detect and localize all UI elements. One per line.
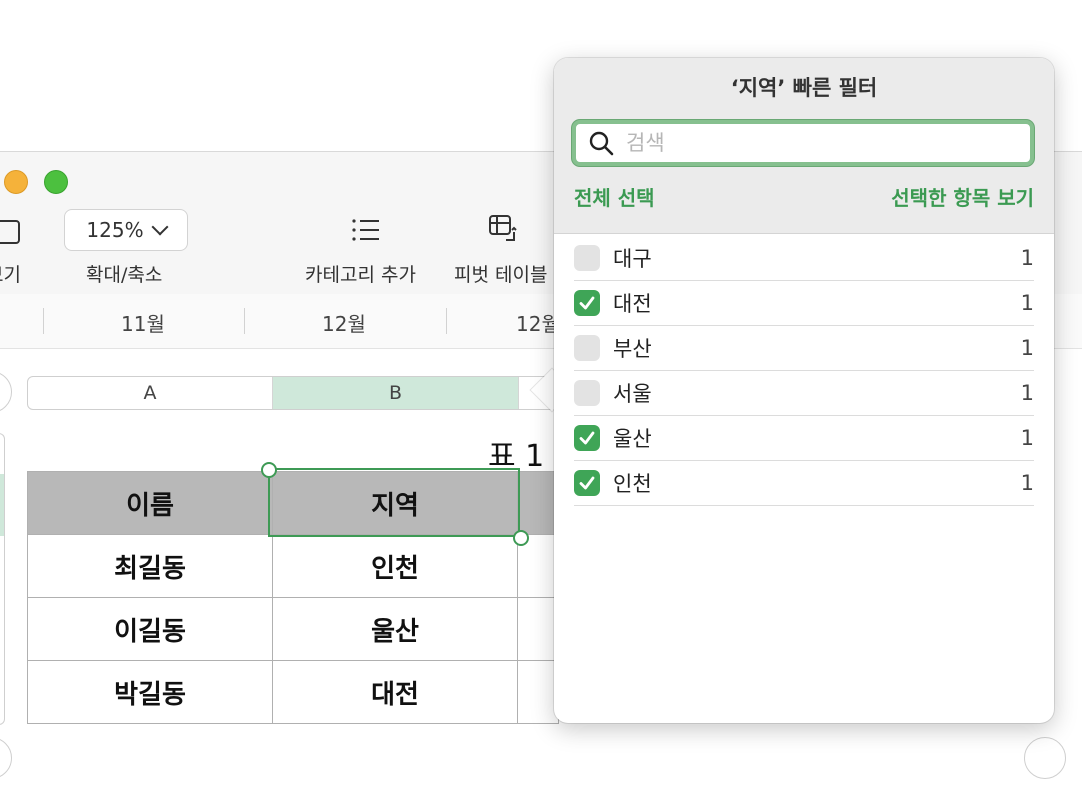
popover-header: ‘지역’ 빠른 필터 전체 선택 선택한 항목 보기 <box>554 58 1054 234</box>
filter-item-label: 울산 <box>613 427 652 451</box>
table-select-button[interactable] <box>0 371 12 413</box>
view-label: 보기 <box>0 264 21 286</box>
checkmark-icon <box>579 296 595 310</box>
filter-item[interactable]: 부산 1 <box>574 326 1034 371</box>
filter-item[interactable]: 대전 1 <box>574 281 1034 326</box>
filter-checkbox[interactable] <box>574 245 600 271</box>
filter-item[interactable]: 울산 1 <box>574 416 1034 461</box>
checkmark-icon <box>579 476 595 490</box>
table-title[interactable]: 표 1 <box>488 431 544 475</box>
filter-item-label: 서울 <box>613 382 652 406</box>
filter-item-count: 1 <box>1020 291 1034 315</box>
header-cell-region[interactable]: 지역 <box>272 471 518 535</box>
select-all-link[interactable]: 전체 선택 <box>574 182 655 211</box>
table-row: 이길동 울산 <box>27 597 559 661</box>
filter-checkbox[interactable] <box>574 470 600 496</box>
filter-item-count: 1 <box>1020 381 1034 405</box>
table-cell[interactable]: 대전 <box>272 660 518 724</box>
filter-checkbox[interactable] <box>574 380 600 406</box>
table-cell[interactable]: 울산 <box>272 597 518 661</box>
divider <box>446 308 447 334</box>
pivot-table-icon[interactable] <box>488 214 520 244</box>
selection-handle-bottom-right[interactable] <box>513 530 529 546</box>
filter-checkbox[interactable] <box>574 290 600 316</box>
filter-item-count: 1 <box>1020 336 1034 360</box>
row-header-selected <box>0 474 4 536</box>
add-row-button[interactable] <box>0 737 12 779</box>
filter-item[interactable]: 서울 1 <box>574 371 1034 416</box>
filter-checkbox[interactable] <box>574 335 600 361</box>
filter-item-label: 인천 <box>613 472 652 496</box>
quick-filter-popover: ‘지역’ 빠른 필터 전체 선택 선택한 항목 보기 대구1대전1부산1서울1울… <box>554 58 1054 723</box>
filter-item-label: 부산 <box>613 337 652 361</box>
view-icon[interactable] <box>0 220 20 244</box>
table-cell[interactable]: 최길동 <box>27 534 273 598</box>
filter-item-list: 대구 1 대전 1 부산 1 서울 1 울산 1 인천 1 <box>574 236 1034 506</box>
filter-item-count: 1 <box>1020 471 1034 495</box>
column-header-b[interactable]: B <box>273 377 519 409</box>
data-table: 이름 지역 최길동 인천 이길동 울산 박길동 대전 <box>27 471 559 724</box>
column-header-a[interactable]: A <box>28 377 273 409</box>
zoom-value: 125% <box>86 218 144 242</box>
table-cell[interactable] <box>517 660 559 724</box>
table-row: 박길동 대전 <box>27 660 559 724</box>
filter-item-count: 1 <box>1020 426 1034 450</box>
column-header-bar: A B <box>27 376 621 410</box>
zoom-window-button[interactable] <box>44 170 68 194</box>
zoom-label: 확대/축소 <box>86 264 163 286</box>
sheet-tab-1[interactable]: 11월 <box>121 308 165 337</box>
filter-item-label: 대구 <box>613 247 652 271</box>
checkmark-icon <box>579 431 595 445</box>
filter-item[interactable]: 인천 1 <box>574 461 1034 506</box>
table-row: 최길동 인천 <box>27 534 559 598</box>
filter-item-label: 대전 <box>613 292 652 316</box>
search-input[interactable] <box>624 130 1008 156</box>
category-list-icon[interactable] <box>351 218 379 242</box>
selection-handle-top-left[interactable] <box>261 462 277 478</box>
zoom-select[interactable]: 125% <box>64 209 188 251</box>
search-field[interactable] <box>572 120 1034 166</box>
divider <box>244 308 245 334</box>
table-cell[interactable]: 인천 <box>272 534 518 598</box>
chevron-down-icon <box>151 218 169 236</box>
popover-title: ‘지역’ 빠른 필터 <box>730 76 878 100</box>
table-cell[interactable]: 박길동 <box>27 660 273 724</box>
table-cell[interactable]: 이길동 <box>27 597 273 661</box>
header-cell-name[interactable]: 이름 <box>27 471 273 535</box>
table-cell[interactable] <box>517 597 559 661</box>
pivot-label: 피벗 테이블 <box>454 264 548 286</box>
header-cell-empty[interactable] <box>517 471 559 535</box>
filter-item[interactable]: 대구 1 <box>574 236 1034 281</box>
filter-checkbox[interactable] <box>574 425 600 451</box>
add-column-button[interactable] <box>1024 737 1066 779</box>
sheet-tab-2[interactable]: 12월 <box>322 308 366 337</box>
category-label: 카테고리 추가 <box>305 264 416 286</box>
filter-item-count: 1 <box>1020 246 1034 270</box>
minimize-button[interactable] <box>4 170 28 194</box>
table-header-row: 이름 지역 <box>27 471 559 535</box>
search-icon <box>589 131 614 156</box>
divider <box>43 308 44 334</box>
show-selected-link[interactable]: 선택한 항목 보기 <box>891 182 1034 211</box>
